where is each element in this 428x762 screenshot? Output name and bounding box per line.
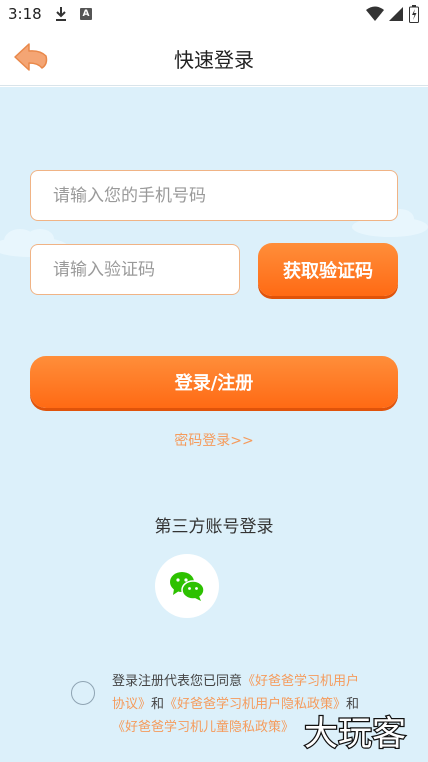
svg-text:大玩客: 大玩客 bbox=[304, 714, 406, 754]
agreement-prefix: 登录注册代表您已同意 bbox=[112, 674, 243, 689]
get-code-button[interactable]: 获取验证码 bbox=[258, 243, 398, 296]
watermark-logo: 大玩客 bbox=[303, 713, 408, 756]
a-notification-icon: A bbox=[80, 8, 92, 20]
verification-code-input[interactable] bbox=[30, 244, 240, 295]
battery-icon bbox=[409, 5, 419, 23]
status-time: 3:18 bbox=[8, 5, 42, 23]
agreement-radio[interactable] bbox=[71, 681, 95, 705]
login-register-button[interactable]: 登录/注册 bbox=[30, 356, 398, 408]
page-title: 快速登录 bbox=[174, 48, 254, 72]
wechat-icon bbox=[170, 572, 205, 601]
status-bar: 3:18 A bbox=[0, 0, 428, 30]
phone-input[interactable] bbox=[30, 170, 398, 221]
signal-icon bbox=[389, 7, 403, 21]
third-party-title: 第三方账号登录 bbox=[154, 517, 274, 537]
nav-bar: 快速登录 bbox=[0, 30, 428, 86]
download-icon bbox=[56, 7, 66, 21]
agreement-and: 和 bbox=[151, 697, 165, 712]
wifi-icon bbox=[366, 6, 384, 21]
password-login-link[interactable]: 密码登录>> bbox=[0, 430, 428, 450]
child-privacy-link[interactable]: 《好爸爸学习机儿童隐私政策》 bbox=[112, 720, 294, 735]
wechat-login-button[interactable] bbox=[155, 554, 219, 618]
login-main: 获取验证码 登录/注册 密码登录>> 第三方账号登录 登录注册代表您已同意《好爸… bbox=[0, 87, 428, 762]
